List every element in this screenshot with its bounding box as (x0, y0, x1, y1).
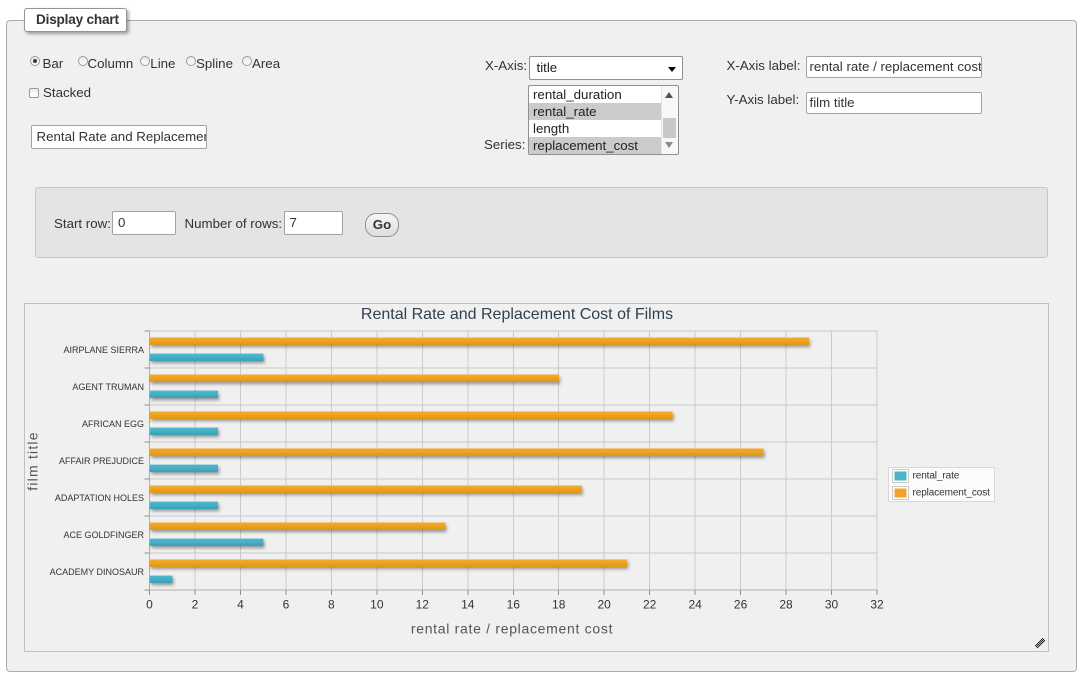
svg-text:24: 24 (688, 598, 702, 612)
svg-text:22: 22 (643, 598, 657, 612)
svg-text:4: 4 (237, 598, 244, 612)
svg-text:ACE GOLDFINGER: ACE GOLDFINGER (63, 530, 144, 540)
svg-text:32: 32 (870, 598, 884, 612)
svg-text:28: 28 (779, 598, 793, 612)
svg-text:ADAPTATION HOLES: ADAPTATION HOLES (55, 493, 144, 503)
svg-text:rental rate / replacement cost: rental rate / replacement cost (411, 621, 613, 637)
svg-text:ACADEMY DINOSAUR: ACADEMY DINOSAUR (50, 567, 145, 577)
svg-text:AIRPLANE SIERRA: AIRPLANE SIERRA (63, 345, 144, 355)
svg-text:12: 12 (416, 598, 430, 612)
svg-text:0: 0 (146, 598, 153, 612)
svg-text:6: 6 (283, 598, 290, 612)
svg-text:26: 26 (734, 598, 748, 612)
svg-text:AFRICAN EGG: AFRICAN EGG (82, 419, 144, 429)
svg-text:14: 14 (461, 598, 475, 612)
svg-text:film title: film title (25, 431, 41, 490)
svg-text:rental_rate: rental_rate (913, 470, 960, 481)
svg-text:AGENT TRUMAN: AGENT TRUMAN (72, 382, 144, 392)
svg-text:30: 30 (825, 598, 839, 612)
svg-text:8: 8 (328, 598, 335, 612)
svg-text:10: 10 (370, 598, 384, 612)
svg-text:18: 18 (552, 598, 566, 612)
svg-text:16: 16 (507, 598, 521, 612)
svg-text:20: 20 (598, 598, 612, 612)
svg-text:replacement_cost: replacement_cost (913, 487, 991, 498)
svg-text:Rental Rate and Replacement Co: Rental Rate and Replacement Cost of Film… (361, 306, 673, 323)
svg-text:2: 2 (192, 598, 199, 612)
svg-text:AFFAIR PREJUDICE: AFFAIR PREJUDICE (59, 456, 144, 466)
